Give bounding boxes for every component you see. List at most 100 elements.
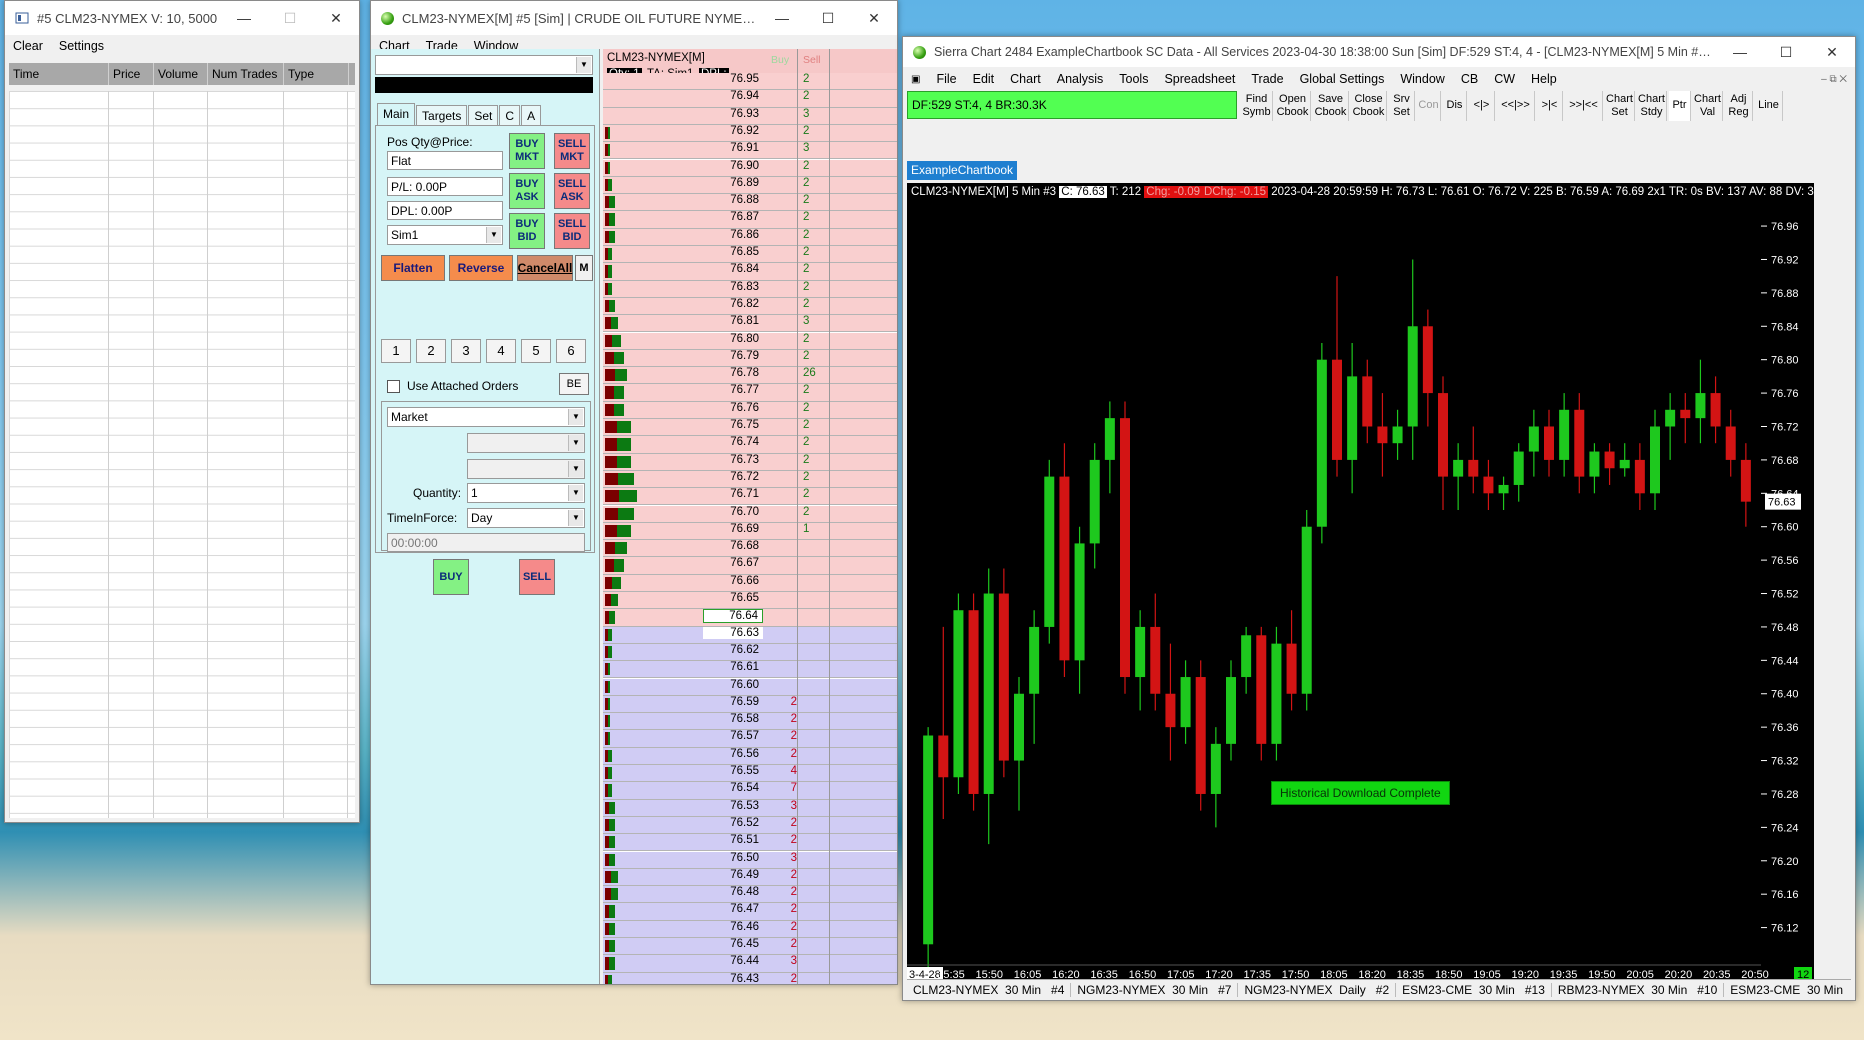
ladder-row[interactable]: 76.51 2: [603, 834, 897, 852]
col-time[interactable]: Time: [9, 63, 109, 85]
ladder-row[interactable]: 76.83 2: [603, 280, 897, 298]
ladder-row[interactable]: 76.77 2: [603, 384, 897, 402]
chart-tab-2[interactable]: NGM23-NYMEX 30 Min #7: [1071, 983, 1239, 997]
ladder-row[interactable]: 76.64: [603, 609, 897, 627]
menu-trade[interactable]: Trade: [1243, 72, 1291, 86]
ladder-row[interactable]: 76.68: [603, 540, 897, 558]
toolbar-button[interactable]: Line: [1755, 91, 1783, 121]
chart-svg[interactable]: 76.96 76.92 76.88 76.84 76.80 76.76 76.72 76.68…: [907, 201, 1814, 996]
tab-c[interactable]: C: [499, 105, 521, 126]
ladder-row[interactable]: 76.79 2: [603, 349, 897, 368]
ladder-row[interactable]: 76.84 2: [603, 263, 897, 281]
menu-clear[interactable]: Clear: [5, 39, 51, 53]
minimize-icon[interactable]: —: [759, 10, 805, 27]
qty-preset-6[interactable]: 6: [556, 339, 586, 363]
toolbar-button[interactable]: <<|>>: [1497, 91, 1535, 121]
ladder-row[interactable]: 76.66: [603, 574, 897, 592]
ladder-row[interactable]: 76.59 2: [603, 695, 897, 714]
ladder-row[interactable]: 76.69 1: [603, 522, 897, 541]
menu-spreadsheet[interactable]: Spreadsheet: [1156, 72, 1243, 86]
ladder-row[interactable]: 76.92 2: [603, 124, 897, 143]
sell-bid-button[interactable]: SELL BID: [554, 213, 590, 249]
col-volume[interactable]: Volume: [154, 63, 208, 85]
symbol-combo[interactable]: ▼: [375, 55, 593, 75]
menu-file[interactable]: File: [928, 72, 964, 86]
qty-preset-5[interactable]: 5: [521, 339, 551, 363]
ladder-row[interactable]: 76.67: [603, 557, 897, 575]
ladder-row[interactable]: 76.57 2: [603, 730, 897, 748]
price1-select[interactable]: ▼: [467, 433, 585, 453]
ladder-row[interactable]: 76.46 2: [603, 920, 897, 938]
ladder-row[interactable]: 76.44 3: [603, 955, 897, 973]
menu-global-settings[interactable]: Global Settings: [1292, 72, 1393, 86]
menu-cw[interactable]: CW: [1486, 72, 1523, 86]
qty-preset-2[interactable]: 2: [416, 339, 446, 363]
toolbar-button[interactable]: Con: [1417, 91, 1441, 121]
mdi-controls[interactable]: – ⧉ ✕: [1813, 74, 1855, 85]
maximize-icon[interactable]: ☐: [805, 10, 851, 27]
toolbar-button[interactable]: >>|<<: [1565, 91, 1603, 121]
tab-targets[interactable]: Targets: [416, 105, 468, 126]
col-num-trades[interactable]: Num Trades: [208, 63, 284, 85]
tab-main[interactable]: Main: [377, 103, 416, 126]
ladder-row[interactable]: 76.72 2: [603, 470, 897, 489]
ladder-row[interactable]: 76.61: [603, 661, 897, 679]
chart-tab-3[interactable]: NGM23-NYMEX Daily #2: [1238, 983, 1397, 997]
sell-button[interactable]: SELL: [519, 559, 555, 595]
buy-bid-button[interactable]: BUY BID: [509, 213, 545, 249]
close-icon[interactable]: ✕: [1809, 44, 1855, 61]
reverse-button[interactable]: Reverse: [449, 255, 513, 281]
m-button[interactable]: M: [575, 255, 593, 281]
ladder-row[interactable]: 76.56 2: [603, 747, 897, 765]
tif-select[interactable]: Day ▼: [467, 508, 585, 528]
ladder-row[interactable]: 76.78 26: [603, 367, 897, 385]
attached-orders-checkbox[interactable]: [387, 380, 400, 393]
ladder-row[interactable]: 76.53 3: [603, 799, 897, 817]
ladder-row[interactable]: 76.71 2: [603, 488, 897, 506]
candlestick-chart[interactable]: 76.96 76.92 76.88 76.84 76.80 76.76 76.72 76.68…: [907, 201, 1814, 996]
chartbook-tab[interactable]: ExampleChartbook: [907, 161, 1018, 180]
qty-preset-4[interactable]: 4: [486, 339, 516, 363]
sell-market-button[interactable]: SELL MKT: [554, 133, 590, 169]
menu-help[interactable]: Help: [1523, 72, 1565, 86]
close-icon[interactable]: ✕: [851, 10, 897, 27]
col-type[interactable]: Type: [284, 63, 349, 85]
tab-set[interactable]: Set: [468, 105, 499, 126]
ts-data-grid[interactable]: [9, 91, 355, 818]
minimize-icon[interactable]: —: [1717, 44, 1763, 61]
ladder-row[interactable]: 76.80 2: [603, 332, 897, 350]
ts-titlebar[interactable]: #5 CLM23-NYMEX V: 10, 5000 — ☐ ✕: [5, 1, 359, 35]
qty-preset-1[interactable]: 1: [381, 339, 411, 363]
toolbar-button[interactable]: Srv Set: [1389, 91, 1415, 121]
ladder-row[interactable]: 76.54 7: [603, 782, 897, 800]
ladder-row[interactable]: 76.73 2: [603, 453, 897, 471]
ladder-row[interactable]: 76.90 2: [603, 159, 897, 177]
be-button[interactable]: BE: [559, 373, 589, 395]
cancel-all-button[interactable]: CancelAll: [517, 255, 573, 281]
time-field[interactable]: 00:00:00: [387, 533, 585, 552]
ladder-row[interactable]: 76.93 3: [603, 107, 897, 125]
toolbar-button[interactable]: Open Cbook: [1275, 91, 1311, 121]
menu-tools[interactable]: Tools: [1111, 72, 1156, 86]
ladder-row[interactable]: 76.70 2: [603, 505, 897, 523]
ladder-row[interactable]: 76.50 3: [603, 851, 897, 869]
ladder-row[interactable]: 76.55 4: [603, 765, 897, 783]
quantity-select[interactable]: 1 ▼: [467, 483, 585, 503]
ladder-row[interactable]: 76.94 2: [603, 90, 897, 108]
toolbar-button[interactable]: Save Cbook: [1313, 91, 1349, 121]
toolbar-button[interactable]: Adj Reg: [1725, 91, 1753, 121]
toolbar-button[interactable]: Chart Set: [1605, 91, 1635, 121]
toolbar-button[interactable]: Chart Val: [1693, 91, 1723, 121]
ladder-row[interactable]: 76.89 2: [603, 176, 897, 195]
ladder-row[interactable]: 76.43 2: [603, 972, 897, 984]
ladder-row[interactable]: 76.48 2: [603, 886, 897, 904]
buy-market-button[interactable]: BUY MKT: [509, 133, 545, 169]
ladder-row[interactable]: 76.87 2: [603, 211, 897, 229]
ladder-row[interactable]: 76.47 2: [603, 903, 897, 921]
menu-window[interactable]: Window: [1392, 72, 1452, 86]
chart-tab-1[interactable]: CLM23-NYMEX 30 Min #4: [907, 983, 1072, 997]
app-menu-icon[interactable]: ▣: [903, 74, 928, 85]
maximize-icon[interactable]: ☐: [267, 10, 313, 27]
chart-tab-4[interactable]: ESM23-CME 30 Min #13: [1396, 983, 1552, 997]
ladder-row[interactable]: 76.81 3: [603, 315, 897, 333]
